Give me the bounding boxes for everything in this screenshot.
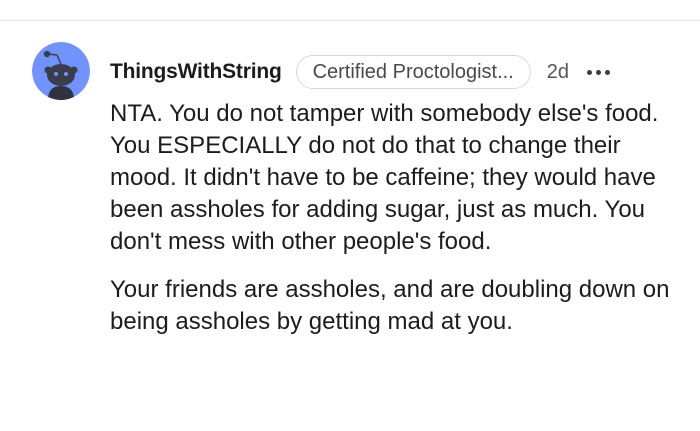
snoo-avatar-icon (32, 42, 90, 100)
top-divider (0, 20, 700, 21)
comment-paragraph: NTA. You do not tamper with somebody els… (110, 100, 659, 255)
more-options-button[interactable] (587, 60, 614, 84)
more-horizontal-icon (605, 69, 611, 75)
comment-body: NTA. You do not tamper with somebody els… (110, 98, 685, 354)
username-link[interactable]: ThingsWithString (110, 60, 282, 84)
avatar[interactable] (32, 42, 90, 100)
user-flair-badge[interactable]: Certified Proctologist... (295, 55, 531, 89)
more-horizontal-icon (587, 69, 593, 75)
more-horizontal-icon (596, 69, 602, 75)
comment-timestamp: 2d (546, 60, 570, 83)
comment-paragraph: Your friends are assholes, and are doubl… (110, 276, 670, 335)
comment-header: ThingsWithString Certified Proctologist.… (110, 54, 614, 90)
